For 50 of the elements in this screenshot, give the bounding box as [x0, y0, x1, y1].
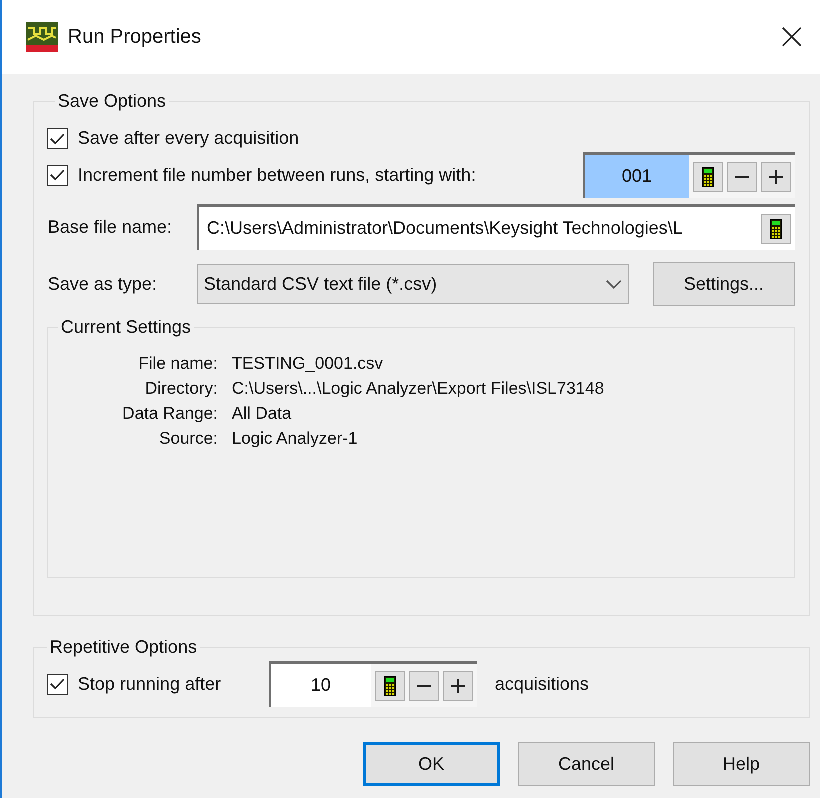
setting-label: File name: [138, 353, 218, 375]
number-field[interactable]: 001 [585, 155, 689, 198]
calculator-button[interactable] [375, 670, 405, 700]
setting-value: C:\Users\...\Logic Analyzer\Export Files\ISL73148 [232, 378, 606, 400]
setting-label: Directory: [144, 378, 218, 400]
checkbox-label: Increment file number between runs, starting with: [78, 164, 476, 187]
decrement-button[interactable] [409, 670, 439, 700]
dialog-button[interactable]: Help [673, 742, 810, 786]
checkbox-label: Save after every acquisition [78, 127, 300, 150]
calculator-button[interactable] [761, 214, 791, 244]
settings-button[interactable]: Settings... [653, 262, 795, 306]
checkbox[interactable] [47, 128, 68, 149]
check-icon [50, 169, 65, 181]
dialog-button[interactable]: Cancel [518, 742, 655, 786]
setting-label: Data Range: [122, 403, 218, 425]
increment-button[interactable] [761, 162, 791, 192]
field-label: Save as type: [47, 272, 158, 296]
calculator-button[interactable] [693, 162, 723, 192]
field-label: Base file name: [47, 216, 174, 238]
check-icon [50, 132, 65, 144]
minus-icon [417, 684, 431, 686]
checkbox-label: Stop running after [78, 672, 222, 696]
setting-value: TESTING_0001.csv [232, 353, 384, 375]
calculator-icon [702, 166, 714, 186]
base-file-name-field[interactable]: C:\Users\Administrator\Documents\Keysight Technologies\L [197, 204, 795, 250]
window-title: Run Properties [68, 25, 202, 50]
plus-icon [769, 170, 783, 184]
dialog-button[interactable]: OK [363, 742, 500, 786]
setting-value: Logic Analyzer-1 [232, 428, 359, 450]
field-value: C:\Users\Administrator\Documents\Keysight Technologies\L [206, 217, 684, 240]
decrement-button[interactable] [727, 162, 757, 192]
group-title: Current Settings [60, 316, 192, 339]
number-field[interactable]: 10 [271, 664, 371, 707]
checkbox[interactable] [47, 164, 68, 186]
minus-icon [735, 176, 749, 178]
calculator-icon [384, 676, 396, 696]
chevron-down-icon [606, 280, 622, 288]
check-icon [50, 678, 65, 690]
plus-icon [451, 678, 465, 692]
increment-button[interactable] [443, 670, 473, 700]
group-title: Repetitive Options [49, 636, 198, 659]
setting-label: Source: [158, 428, 218, 450]
checkbox[interactable] [47, 674, 68, 694]
close-icon [782, 27, 802, 47]
calculator-icon [770, 218, 782, 238]
setting-value: All Data [232, 403, 293, 425]
app-icon [26, 22, 58, 52]
group-title: Save Options [57, 90, 168, 113]
unit-label: acquisitions [495, 672, 590, 696]
file-type-dropdown[interactable]: Standard CSV text file (*.csv) [197, 264, 629, 304]
